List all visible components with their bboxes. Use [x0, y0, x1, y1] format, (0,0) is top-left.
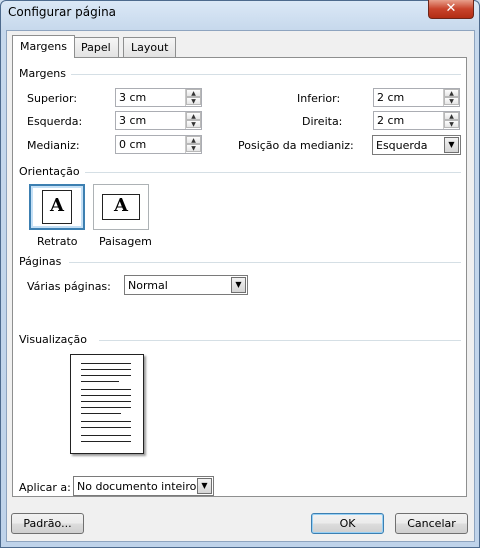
title-bar: Configurar página ✕ — [0, 0, 480, 26]
multiple-pages-label: Várias páginas: — [27, 280, 111, 293]
margens-panel: Margens Superior: 3 cm ▲ ▼ Inferior: 2 cm… — [12, 57, 467, 497]
spin-down-icon[interactable]: ▼ — [186, 144, 201, 152]
spin-up-icon[interactable]: ▲ — [186, 89, 201, 97]
window-title: Configurar página — [8, 5, 117, 19]
divider — [69, 262, 461, 263]
portrait-option[interactable]: A — [29, 184, 85, 230]
portrait-page-icon: A — [42, 190, 72, 224]
medianiz-label: Medianiz: — [27, 139, 80, 152]
apply-to-value: No documento inteiro — [77, 480, 197, 493]
retrato-label[interactable]: Retrato — [37, 235, 78, 248]
posicao-medianiz-label: Posição da medianiz: — [238, 139, 354, 152]
paisagem-label[interactable]: Paisagem — [99, 235, 152, 248]
multiple-pages-select[interactable]: Normal ▼ — [124, 275, 248, 295]
inferior-spinner[interactable]: 2 cm ▲ ▼ — [373, 88, 460, 107]
default-button[interactable]: Padrão... — [11, 513, 84, 534]
inferior-value: 2 cm — [377, 91, 405, 104]
divider — [99, 340, 461, 341]
spin-down-icon[interactable]: ▼ — [186, 97, 201, 105]
landscape-glyph: A — [114, 195, 128, 216]
direita-value: 2 cm — [377, 114, 405, 127]
medianiz-value: 0 cm — [119, 138, 147, 151]
medianiz-spinner[interactable]: 0 cm ▲ ▼ — [115, 135, 202, 154]
spin-up-icon[interactable]: ▲ — [444, 89, 459, 97]
portrait-glyph: A — [50, 195, 64, 216]
cancel-button[interactable]: Cancelar — [395, 513, 468, 534]
superior-spinner[interactable]: 3 cm ▲ ▼ — [115, 88, 202, 107]
superior-value: 3 cm — [119, 91, 147, 104]
tab-papel[interactable]: Papel — [73, 37, 119, 57]
posicao-medianiz-select[interactable]: Esquerda ▼ — [372, 135, 461, 155]
chevron-down-icon[interactable]: ▼ — [231, 277, 246, 293]
page-preview — [70, 354, 144, 454]
margins-heading: Margens — [19, 67, 67, 80]
divider — [85, 172, 461, 173]
direita-label: Direita: — [302, 115, 343, 128]
multiple-pages-value: Normal — [128, 279, 168, 292]
pages-heading: Páginas — [19, 255, 62, 268]
close-icon: ✕ — [445, 1, 457, 16]
tab-margens[interactable]: Margens — [12, 35, 76, 58]
posicao-medianiz-value: Esquerda — [376, 139, 428, 152]
spin-down-icon[interactable]: ▼ — [444, 97, 459, 105]
superior-label: Superior: — [27, 92, 78, 105]
inferior-label: Inferior: — [297, 92, 341, 105]
direita-spinner[interactable]: 2 cm ▲ ▼ — [373, 111, 460, 130]
esquerda-label: Esquerda: — [27, 115, 83, 128]
apply-to-select[interactable]: No documento inteiro ▼ — [73, 476, 214, 496]
orientation-heading: Orientação — [19, 165, 80, 178]
chevron-down-icon[interactable]: ▼ — [444, 137, 459, 153]
spin-down-icon[interactable]: ▼ — [444, 120, 459, 128]
tab-layout[interactable]: Layout — [123, 37, 177, 57]
chevron-down-icon[interactable]: ▼ — [197, 478, 212, 494]
esquerda-value: 3 cm — [119, 114, 147, 127]
divider — [71, 74, 461, 75]
landscape-option[interactable]: A — [93, 184, 149, 230]
spin-up-icon[interactable]: ▲ — [444, 112, 459, 120]
apply-to-label: Aplicar a: — [19, 481, 71, 494]
esquerda-spinner[interactable]: 3 cm ▲ ▼ — [115, 111, 202, 130]
spin-down-icon[interactable]: ▼ — [186, 120, 201, 128]
dialog-client: Margens Papel Layout Margens Superior: 3… — [6, 30, 475, 542]
landscape-page-icon: A — [102, 194, 140, 220]
spin-up-icon[interactable]: ▲ — [186, 136, 201, 144]
preview-heading: Visualização — [19, 333, 87, 346]
close-button[interactable]: ✕ — [428, 0, 474, 19]
ok-button[interactable]: OK — [311, 513, 384, 534]
spin-up-icon[interactable]: ▲ — [186, 112, 201, 120]
